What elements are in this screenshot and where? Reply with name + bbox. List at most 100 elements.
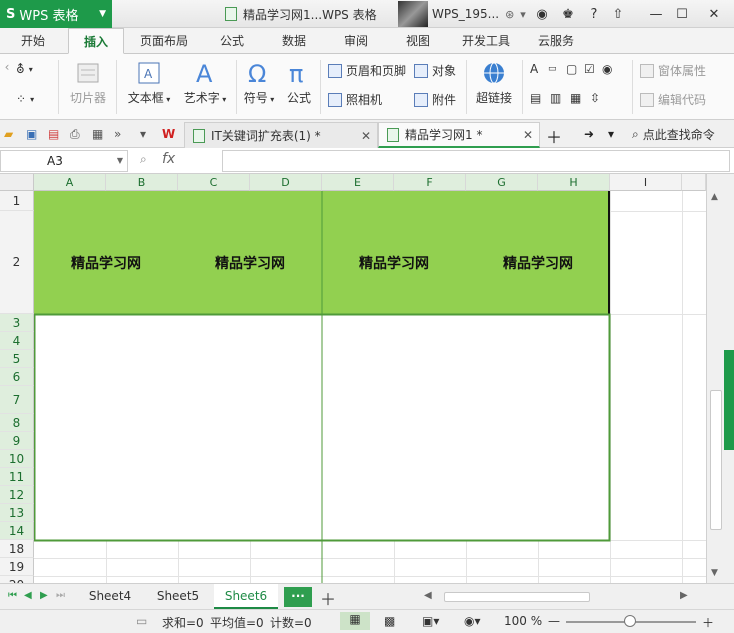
row-header-20[interactable]: 20 [0,576,34,583]
page-layout-view-icon[interactable]: ▣▾ [422,614,439,628]
shirt-icon[interactable]: ♚ [556,0,580,28]
tab-home[interactable]: 开始 [8,28,58,54]
cell-c2-d2[interactable]: 精品学习网 [178,211,322,314]
horizontal-scrollbar[interactable] [440,590,690,604]
arrow-right-icon[interactable]: ➜ [584,127,598,141]
arrow-dropdown-icon[interactable]: ▾ [608,127,622,141]
page-break-view-icon[interactable]: ▩ [384,614,395,628]
fx-icon[interactable]: fx [162,151,175,167]
column-header-d[interactable]: D [250,174,322,191]
zoom-level[interactable]: 100 % [504,614,542,628]
chart-type-button[interactable]: ⛢ ▾ [16,62,33,76]
symbol-button[interactable]: Ω 符号 ▾ [240,60,278,106]
form-properties-button[interactable]: 窗体属性 [640,62,706,79]
slicer-button[interactable]: 切片器 [64,60,112,106]
column-header-e[interactable]: E [322,174,394,191]
tab-page-layout[interactable]: 页面布局 [134,28,194,54]
row-header-19[interactable]: 19 [0,558,34,576]
scroll-right-icon[interactable]: ▶ [680,590,688,601]
spinner-control-icon[interactable]: ⇳ [590,91,610,105]
combobox-control-icon[interactable]: ▥ [550,91,570,105]
row-header-9[interactable]: 9 [0,432,34,450]
wps-home-icon[interactable]: W [162,127,176,141]
tab-insert[interactable]: 插入 [68,28,124,54]
column-header-h[interactable]: H [538,174,610,191]
side-panel-toggle[interactable] [724,350,734,450]
doc-tab-active[interactable]: 精品学习网1 * ✕ [378,122,540,148]
scroll-left-icon[interactable]: ◀ [424,590,432,601]
worksheet-grid[interactable]: A B C D E F G H I 1 2 3 4 5 6 7 8 9 10 1… [0,174,706,583]
last-sheet-icon[interactable]: ⏭ [56,590,65,601]
column-header-g[interactable]: G [466,174,538,191]
tab-developer[interactable]: 开发工具 [454,28,518,54]
print-icon[interactable]: ⎙ [70,127,84,141]
next-sheet-icon[interactable]: ▶ [40,590,48,601]
horizontal-scroll-thumb[interactable] [444,592,590,602]
shield-icon[interactable]: ◉ [530,0,554,28]
new-tab-icon[interactable]: ＋ [546,124,562,147]
close-tab-icon[interactable]: ✕ [361,129,371,143]
export-pdf-icon[interactable]: ▤ [48,127,62,141]
row-header-5[interactable]: 5 [0,350,34,368]
row-header-2[interactable]: 2 [0,211,34,314]
avatar[interactable] [398,1,428,27]
formula-button[interactable]: π 公式 [282,60,316,106]
row-header-14[interactable]: 14 [0,522,34,540]
vertical-scroll-thumb[interactable] [710,390,722,530]
user-account[interactable]: WPS_195... ⊛ ▾ [432,0,526,28]
zoom-in-icon[interactable]: ＋ [702,614,714,631]
row-header-18[interactable]: 18 [0,540,34,558]
scrollbar-control-icon[interactable]: ▦ [570,91,590,105]
column-header-c[interactable]: C [178,174,250,191]
row-header-13[interactable]: 13 [0,504,34,522]
wordart-button[interactable]: A 艺术字 ▾ [180,60,230,106]
sparkline-button[interactable]: ⁘ ▾ [16,92,34,106]
prev-sheet-icon[interactable]: ◀ [24,590,32,601]
ribbon-scroll-left-icon[interactable]: ‹ [0,60,14,74]
scroll-up-icon[interactable]: ▲ [711,192,718,202]
sheet-tab-sheet4[interactable]: Sheet4 [78,584,142,609]
tab-view[interactable]: 视图 [392,28,444,54]
cell-g2-h2[interactable]: 精品学习网 [466,211,610,314]
row-header-7[interactable]: 7 [0,386,34,414]
row-header-6[interactable]: 6 [0,368,34,386]
cell-e2-f2[interactable]: 精品学习网 [322,211,466,314]
sheet-tab-sheet6[interactable]: Sheet6 [214,584,278,609]
print-preview-icon[interactable]: ▦ [92,127,106,141]
add-sheet-icon[interactable]: ＋ [320,586,336,610]
tab-review[interactable]: 审阅 [330,28,382,54]
row-header-10[interactable]: 10 [0,450,34,468]
name-box[interactable]: A3 ▼ [0,150,128,172]
row-header-1[interactable]: 1 [0,191,34,211]
tab-data[interactable]: 数据 [268,28,320,54]
save-icon[interactable]: ▣ [26,127,40,141]
cell-a2-b2[interactable]: 精品学习网 [34,211,178,314]
camera-button[interactable]: 照相机 [328,91,382,108]
formula-input[interactable] [222,150,730,172]
button-control-icon[interactable]: ▢ [566,62,584,76]
attachment-button[interactable]: 附件 [414,91,456,108]
close-tab-icon[interactable]: ✕ [523,128,533,142]
first-sheet-icon[interactable]: ⏮ [8,590,17,601]
radio-control-icon[interactable]: ◉ [602,62,620,76]
maximize-button[interactable]: ☐ [670,0,694,28]
doc-tab-keywords[interactable]: IT关键词扩充表(1) * ✕ [184,122,378,148]
help-icon[interactable]: ? [582,0,606,28]
tab-formulas[interactable]: 公式 [206,28,258,54]
wps-app-menu-button[interactable]: S WPS 表格 ▼ [0,0,112,28]
more-icon[interactable]: » [114,127,128,141]
tab-cloud[interactable]: 云服务 [528,28,584,54]
row-header-11[interactable]: 11 [0,468,34,486]
zoom-out-icon[interactable]: — [548,614,560,628]
textbox-control-icon[interactable]: ▭ [548,64,566,74]
listbox-control-icon[interactable]: ▤ [530,91,550,105]
open-folder-icon[interactable]: ▰ [4,127,18,141]
column-header-i[interactable]: I [610,174,682,191]
zoom-function-icon[interactable]: ⌕ [140,152,147,167]
hyperlink-button[interactable]: 超链接 [472,60,516,106]
row-header-3[interactable]: 3 [0,314,34,332]
collapse-ribbon-icon[interactable]: ⇧ [606,0,630,28]
object-button[interactable]: 对象 [414,62,456,79]
scroll-down-icon[interactable]: ▼ [711,568,718,578]
sheet-tab-sheet5[interactable]: Sheet5 [146,584,210,609]
